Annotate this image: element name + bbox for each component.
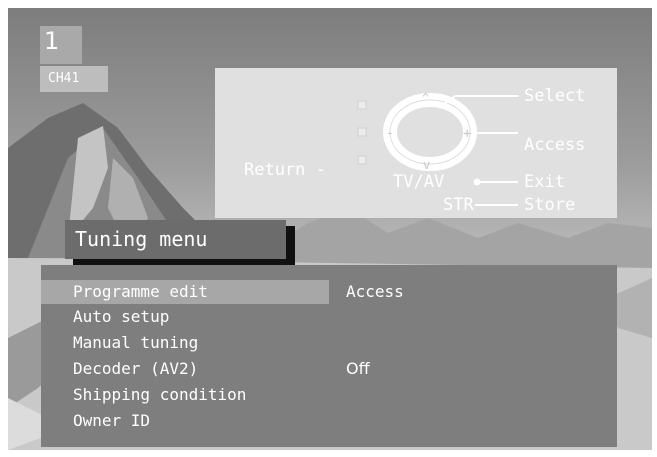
small-button-icon [357, 127, 367, 137]
programme-edit-value: Access [346, 282, 404, 301]
help-tvav-label: TV/AV [393, 172, 445, 192]
help-return-label: Return - [244, 160, 326, 180]
menu-item-decoder[interactable]: Decoder (AV2) [41, 357, 329, 381]
decoder-value: Off [346, 359, 370, 378]
help-access-label: Access [524, 135, 586, 155]
menu-item-label: Shipping condition [73, 385, 247, 404]
help-select-label: Select [524, 86, 586, 106]
small-button-icon [357, 100, 367, 110]
channel-name-box: CH41 [40, 66, 108, 92]
menu-item-programme-edit[interactable]: Programme edit [41, 280, 329, 304]
menu-item-label: Owner ID [73, 411, 151, 430]
channel-name: CH41 [48, 71, 80, 86]
menu-item-label: Manual tuning [73, 333, 199, 352]
help-str-label: STR [443, 195, 474, 215]
svg-text:+: + [463, 126, 471, 142]
menu-item-label: Auto setup [73, 307, 170, 326]
menu-item-label: Programme edit [73, 282, 208, 301]
remote-help-panel: ^ v - + Select Access Return - TV/AV Exi… [215, 68, 617, 218]
menu-title: Tuning menu [75, 227, 208, 251]
tv-screen: 1 CH41 ^ v - + Select Access Return - TV… [8, 8, 652, 450]
menu-title-box: Tuning menu [65, 220, 286, 259]
tuning-menu: Programme edit Access Auto setup Manual … [41, 265, 617, 447]
svg-text:-: - [386, 126, 394, 141]
menu-item-auto-setup[interactable]: Auto setup [41, 305, 329, 329]
channel-number: 1 [44, 27, 60, 55]
svg-text:^: ^ [422, 91, 429, 105]
menu-item-label: Decoder (AV2) [73, 359, 199, 378]
help-exit-label: Exit [524, 172, 565, 192]
menu-item-shipping-condition[interactable]: Shipping condition [41, 383, 329, 407]
small-button-icon [357, 155, 367, 165]
menu-item-manual-tuning[interactable]: Manual tuning [41, 331, 329, 355]
help-store-label: Store [524, 195, 576, 215]
svg-text:v: v [423, 158, 430, 172]
menu-item-owner-id[interactable]: Owner ID [41, 409, 329, 433]
